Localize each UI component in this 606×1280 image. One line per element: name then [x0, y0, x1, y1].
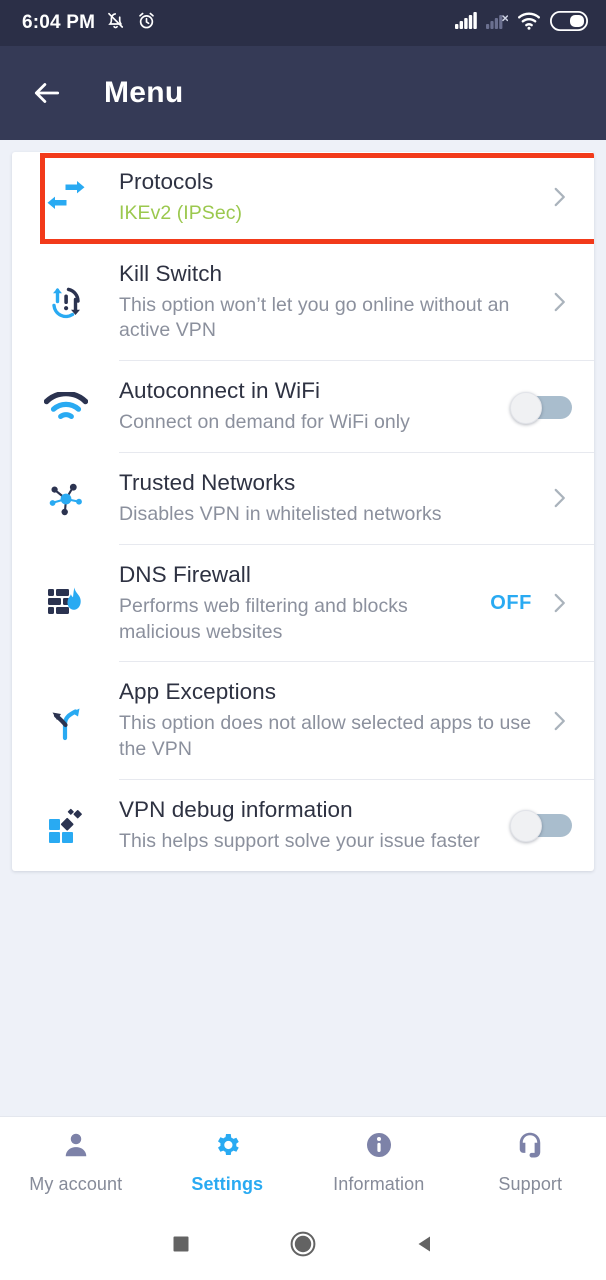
info-circle-icon — [364, 1130, 394, 1165]
menu-item-control[interactable] — [546, 289, 576, 315]
gear-icon — [212, 1130, 242, 1165]
menu-item-control[interactable] — [510, 392, 576, 422]
menu-item-body: Kill Switch This option won’t let you go… — [119, 260, 546, 345]
menu-item-control[interactable] — [510, 810, 576, 840]
android-nav-bar — [0, 1208, 606, 1280]
signal-bars-icon — [455, 12, 477, 35]
page-title: Menu — [104, 76, 184, 110]
menu-item-kill-switch[interactable]: Kill Switch This option won’t let you go… — [12, 244, 594, 361]
network-nodes-icon — [12, 469, 119, 528]
settings-scroll-area: Protocols IKEv2 (IPSec) — [0, 140, 606, 1116]
tab-settings[interactable]: Settings — [152, 1117, 304, 1208]
menu-item-title: DNS Firewall — [119, 561, 480, 590]
person-icon — [61, 1130, 91, 1165]
branching-arrows-icon — [12, 678, 119, 763]
alarm-icon — [136, 10, 157, 36]
menu-item-control[interactable] — [546, 485, 576, 511]
wifi-icon — [517, 12, 541, 35]
menu-item-title: Trusted Networks — [119, 469, 536, 498]
phone-screen: 6:04 PM Menu — [0, 0, 606, 1280]
menu-item-subtitle: Performs web filtering and blocks malici… — [119, 594, 480, 646]
status-bar-left: 6:04 PM — [22, 10, 157, 36]
menu-item-subtitle: IKEv2 (IPSec) — [119, 201, 536, 227]
menu-item-vpn-debug-information[interactable]: VPN debug information This helps support… — [12, 780, 594, 871]
menu-item-title: VPN debug information — [119, 796, 500, 825]
notifications-silenced-icon — [105, 10, 126, 36]
vpn-debug-toggle[interactable] — [510, 810, 572, 840]
dns-firewall-status-badge: OFF — [490, 592, 532, 615]
tab-label: Support — [498, 1174, 562, 1195]
menu-item-subtitle: Disables VPN in whitelisted networks — [119, 502, 536, 528]
bottom-tab-bar: My account Settings Information Support — [0, 1116, 606, 1208]
menu-item-control[interactable] — [546, 184, 576, 210]
status-bar-clock: 6:04 PM — [22, 12, 95, 34]
menu-item-body: App Exceptions This option does not allo… — [119, 678, 546, 763]
status-bar-right — [455, 11, 588, 36]
two-way-arrows-icon — [12, 168, 119, 227]
square-recents-icon[interactable] — [159, 1222, 203, 1266]
chevron-right-icon — [546, 708, 572, 734]
menu-item-subtitle: This option does not allow selected apps… — [119, 711, 536, 763]
autoconnect-wifi-toggle[interactable] — [510, 392, 572, 422]
tab-my-account[interactable]: My account — [0, 1117, 152, 1208]
menu-item-autoconnect-wifi[interactable]: Autoconnect in WiFi Connect on demand fo… — [12, 361, 594, 452]
chevron-right-icon — [546, 184, 572, 210]
tab-label: Information — [333, 1174, 424, 1195]
triangle-back-icon[interactable] — [403, 1222, 447, 1266]
back-arrow-icon[interactable] — [30, 76, 64, 110]
menu-item-title: Autoconnect in WiFi — [119, 377, 500, 406]
chevron-right-icon — [546, 590, 572, 616]
signal-bars-no-service-icon — [486, 12, 508, 35]
menu-item-subtitle: This option won’t let you go online with… — [119, 293, 536, 345]
menu-item-body: Autoconnect in WiFi Connect on demand fo… — [119, 377, 510, 436]
menu-item-body: Trusted Networks Disables VPN in whiteli… — [119, 469, 546, 528]
menu-item-body: VPN debug information This helps support… — [119, 796, 510, 855]
tab-label: Settings — [191, 1174, 263, 1195]
chevron-right-icon — [546, 485, 572, 511]
squares-diamonds-icon — [12, 796, 119, 855]
tab-support[interactable]: Support — [455, 1117, 606, 1208]
menu-item-dns-firewall[interactable]: DNS Firewall Performs web filtering and … — [12, 545, 594, 662]
menu-item-subtitle: Connect on demand for WiFi only — [119, 410, 500, 436]
menu-item-title: Kill Switch — [119, 260, 536, 289]
menu-item-protocols[interactable]: Protocols IKEv2 (IPSec) — [12, 152, 594, 243]
settings-card: Protocols IKEv2 (IPSec) — [12, 152, 594, 871]
headset-icon — [515, 1130, 545, 1165]
toggle-knob — [510, 392, 542, 424]
menu-item-body: DNS Firewall Performs web filtering and … — [119, 561, 490, 646]
menu-item-control[interactable] — [546, 708, 576, 734]
menu-item-control[interactable]: OFF — [490, 590, 576, 616]
chevron-right-icon — [546, 289, 572, 315]
menu-item-body: Protocols IKEv2 (IPSec) — [119, 168, 546, 227]
app-bar: Menu — [0, 46, 606, 140]
menu-item-subtitle: This helps support solve your issue fast… — [119, 829, 500, 855]
menu-item-title: Protocols — [119, 168, 536, 197]
toggle-knob — [510, 810, 542, 842]
menu-item-trusted-networks[interactable]: Trusted Networks Disables VPN in whiteli… — [12, 453, 594, 544]
wifi-icon — [12, 377, 119, 436]
tab-label: My account — [29, 1174, 122, 1195]
firewall-flame-icon — [12, 561, 119, 646]
circle-home-icon[interactable] — [281, 1222, 325, 1266]
menu-item-app-exceptions[interactable]: App Exceptions This option does not allo… — [12, 662, 594, 779]
status-bar: 6:04 PM — [0, 0, 606, 46]
menu-item-title: App Exceptions — [119, 678, 536, 707]
battery-icon — [550, 11, 588, 36]
kill-switch-icon — [12, 260, 119, 345]
tab-information[interactable]: Information — [303, 1117, 455, 1208]
